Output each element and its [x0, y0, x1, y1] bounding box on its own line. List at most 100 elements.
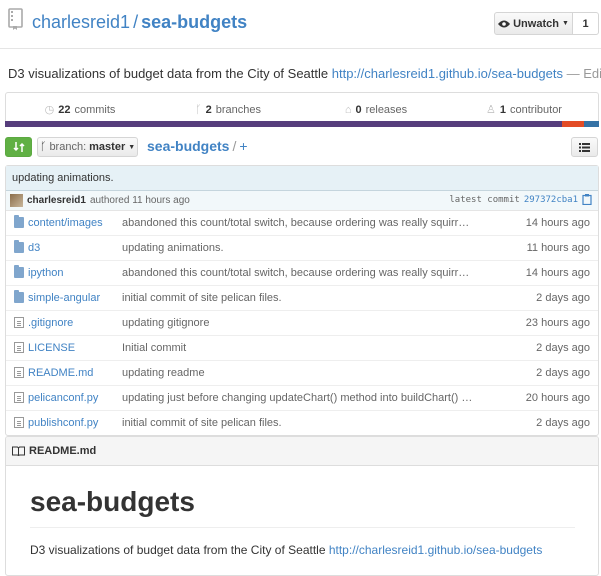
folder-icon: [14, 290, 24, 303]
table-row: .gitignore updating gitignore 23 hours ago: [6, 311, 598, 336]
unwatch-button[interactable]: Unwatch ▼: [494, 12, 573, 35]
latest-commit-meta: charlesreid1 authored 11 hours ago lates…: [6, 191, 598, 211]
repo-description: D3 visualizations of budget data from th…: [8, 66, 601, 81]
readme-panel: README.md sea-budgets D3 visualizations …: [5, 436, 599, 576]
title-separator: /: [133, 12, 139, 32]
commit-author[interactable]: charlesreid1: [27, 195, 86, 206]
releases-count: 0: [355, 103, 362, 116]
homepage-link[interactable]: http://charlesreid1.github.io/sea-budget…: [332, 66, 563, 81]
file-icon: [14, 342, 24, 353]
commits-label: commits: [74, 103, 116, 116]
branch-value: master: [89, 141, 126, 153]
breadcrumb: sea-budgets / +: [147, 137, 248, 155]
folder-icon: [14, 265, 24, 278]
avatar[interactable]: [10, 194, 23, 207]
breadcrumb-separator: /: [232, 138, 237, 154]
file-list: content/images abandoned this count/total…: [6, 211, 598, 435]
file-commit-message[interactable]: abandoned this count/total switch, becau…: [122, 217, 469, 229]
file-age: 20 hours ago: [525, 392, 590, 404]
file-name-link[interactable]: LICENSE: [28, 342, 75, 354]
readme-text: D3 visualizations of budget data from th…: [30, 543, 326, 557]
watch-count[interactable]: 1: [572, 12, 599, 35]
file-commit-message[interactable]: initial commit of site pelican files.: [122, 292, 282, 304]
table-row: README.md updating readme 2 days ago: [6, 361, 598, 386]
file-commit-message[interactable]: abandoned this count/total switch, becau…: [122, 267, 469, 279]
owner-link[interactable]: charlesreid1: [32, 12, 130, 32]
language-segment[interactable]: [583, 121, 599, 127]
branch-select[interactable]: ᚴ branch: master ▼: [37, 137, 138, 157]
branch-label: branch:: [49, 141, 87, 153]
latest-commit-message[interactable]: updating animations.: [6, 166, 598, 191]
repo-icon: [8, 8, 23, 30]
compare-button[interactable]: [5, 137, 32, 157]
compare-icon: [12, 142, 25, 152]
readme-heading: sea-budgets: [30, 486, 195, 517]
caret-down-icon: ▼: [561, 20, 569, 27]
file-age: 23 hours ago: [525, 317, 590, 329]
file-age: 2 days ago: [536, 417, 590, 429]
list-view-button[interactable]: [571, 137, 598, 157]
releases-label: releases: [365, 103, 408, 116]
table-row: pelicanconf.py updating just before chang…: [6, 386, 598, 411]
history-icon: ◷: [44, 104, 55, 116]
latest-commit-label: latest commit: [449, 194, 520, 205]
file-age: 2 days ago: [536, 342, 590, 354]
file-commit-message[interactable]: initial commit of site pelican files.: [122, 417, 282, 429]
readme-heading-rule: [30, 527, 575, 528]
header-divider: [0, 48, 601, 49]
branches-label: branches: [215, 103, 261, 116]
commit-sha-link[interactable]: 297372cba1: [524, 195, 578, 205]
breadcrumb-repo[interactable]: sea-budgets: [147, 138, 229, 154]
repo-title: charlesreid1/sea-budgets: [32, 10, 247, 34]
unwatch-label: Unwatch: [513, 17, 559, 30]
file-name-link[interactable]: publishconf.py: [28, 417, 98, 429]
file-name-link[interactable]: ipython: [28, 267, 63, 279]
branch-icon: ᚴ: [195, 103, 202, 116]
file-table: updating animations. charlesreid1 author…: [5, 165, 599, 436]
file-icon: [14, 417, 24, 428]
language-bar[interactable]: [5, 121, 599, 127]
branches-count: 2: [205, 103, 212, 116]
folder-icon: [14, 240, 24, 253]
list-icon: [579, 142, 590, 152]
file-name-link[interactable]: simple-angular: [28, 292, 100, 304]
table-row: d3 updating animations. 11 hours ago: [6, 236, 598, 261]
file-name-link[interactable]: d3: [28, 242, 40, 254]
table-row: LICENSE Initial commit 2 days ago: [6, 336, 598, 361]
edit-description-link[interactable]: — Edit: [567, 66, 601, 81]
branch-icon: ᚴ: [39, 141, 47, 153]
file-commit-message[interactable]: updating gitignore: [122, 317, 209, 329]
file-name-link[interactable]: README.md: [28, 367, 93, 379]
file-icon: [14, 392, 24, 403]
contributors-count: 1: [499, 103, 506, 116]
file-age: 2 days ago: [536, 292, 590, 304]
file-age: 11 hours ago: [526, 242, 590, 254]
table-row: content/images abandoned this count/total…: [6, 211, 598, 236]
readme-filename: README.md: [29, 445, 97, 457]
file-icon: [14, 317, 24, 328]
file-age: 14 hours ago: [525, 267, 590, 279]
commit-authored-time: authored 11 hours ago: [89, 195, 190, 206]
readme-homepage-link[interactable]: http://charlesreid1.github.io/sea-budget…: [329, 543, 542, 557]
book-icon: [12, 446, 25, 456]
file-name-link[interactable]: .gitignore: [28, 317, 73, 329]
file-commit-message[interactable]: updating just before changing updateChar…: [122, 392, 472, 404]
file-name-link[interactable]: content/images: [28, 217, 103, 229]
language-segment[interactable]: [5, 121, 563, 127]
file-commit-message[interactable]: updating readme: [122, 367, 205, 379]
table-row: publishconf.py initial commit of site pel…: [6, 411, 598, 435]
eye-icon: [498, 20, 511, 27]
contributors-label: contributor: [510, 103, 562, 116]
clipboard-icon[interactable]: [582, 194, 592, 205]
language-segment[interactable]: [562, 121, 584, 127]
table-row: simple-angular initial commit of site pel…: [6, 286, 598, 311]
new-file-button[interactable]: +: [239, 138, 247, 154]
file-commit-message[interactable]: updating animations.: [122, 242, 224, 254]
table-row: ipython abandoned this count/total switch…: [6, 261, 598, 286]
file-name-link[interactable]: pelicanconf.py: [28, 392, 98, 404]
file-commit-message[interactable]: Initial commit: [122, 342, 186, 354]
latest-commit-sha-block: latest commit 297372cba1: [449, 194, 592, 205]
organization-icon: ♙: [486, 104, 496, 116]
caret-down-icon: ▼: [128, 143, 136, 151]
repo-link[interactable]: sea-budgets: [141, 12, 247, 32]
